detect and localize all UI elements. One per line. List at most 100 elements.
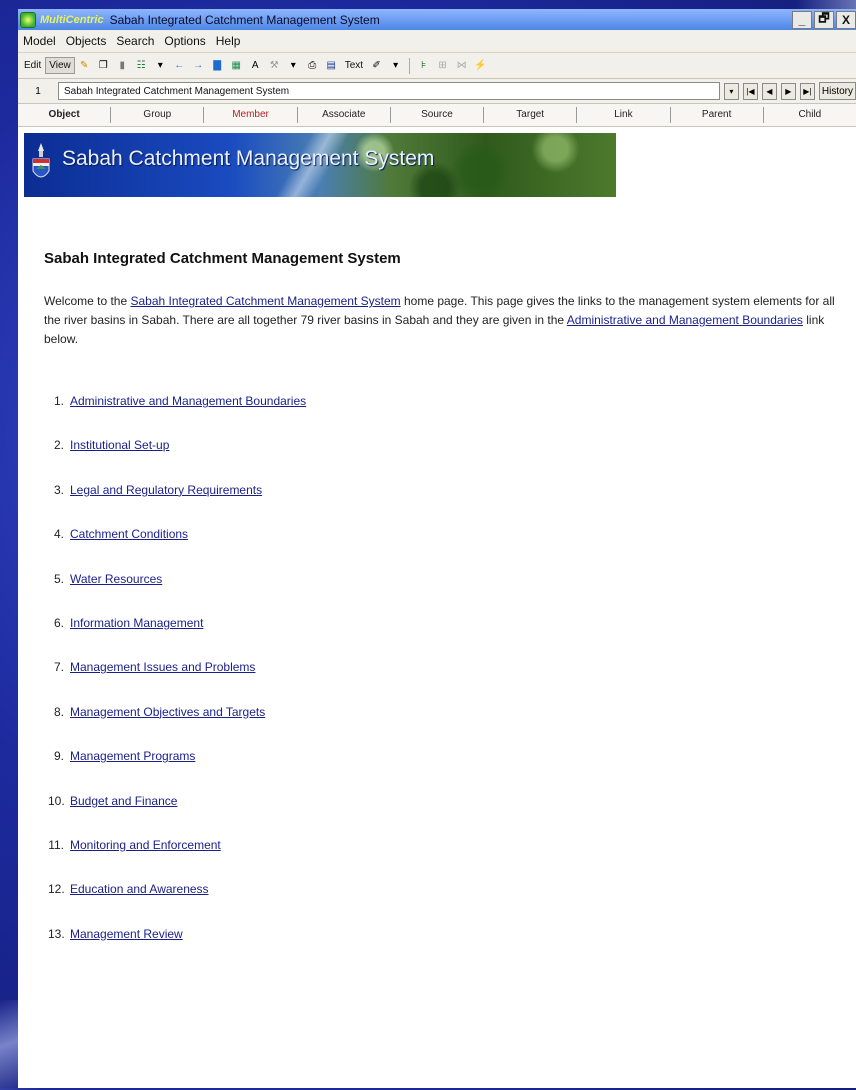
tab-group[interactable]: Group	[111, 107, 205, 123]
boundaries-link[interactable]: Administrative and Management Boundaries	[567, 313, 803, 327]
list-number: 6.	[53, 615, 64, 630]
list-number: 8.	[53, 704, 64, 719]
home-link[interactable]: Sabah Integrated Catchment Management Sy…	[130, 294, 400, 308]
menu-options[interactable]: Options	[159, 34, 210, 48]
record-navigation-bar: 1 Sabah Integrated Catchment Management …	[18, 79, 856, 104]
record-number: 1	[35, 85, 41, 97]
link-administrative-boundaries[interactable]: Administrative and Management Boundaries	[70, 394, 306, 408]
dropdown-button[interactable]: ▾	[723, 82, 739, 100]
list-number: 4.	[53, 527, 64, 542]
chart-icon[interactable]: ▇	[211, 59, 224, 72]
history-button[interactable]: History	[818, 82, 856, 100]
list-item: 1. Administrative and Management Boundari…	[48, 394, 306, 438]
document-icon[interactable]: ▤	[325, 59, 338, 72]
menu-search[interactable]: Search	[111, 34, 159, 48]
pencil-icon[interactable]: ✎	[78, 59, 91, 72]
print-icon[interactable]: ⎙	[306, 59, 319, 72]
app-brand: MultiCentric	[40, 13, 104, 26]
book-icon[interactable]: ▮	[116, 59, 129, 72]
dropdown-arrow-icon[interactable]: ▾	[154, 59, 167, 72]
font-icon[interactable]: A	[249, 59, 262, 72]
text-button[interactable]: Text	[341, 57, 367, 74]
table-icon[interactable]: ▦	[230, 59, 243, 72]
intro-paragraph: Welcome to the Sabah Integrated Catchmen…	[44, 292, 844, 349]
menu-bar: Model Objects Search Options Help	[18, 30, 856, 53]
dropdown-arrow-icon[interactable]: ▾	[287, 59, 300, 72]
minimize-button[interactable]: _	[792, 10, 812, 29]
tab-child[interactable]: Child	[764, 107, 856, 123]
tab-target[interactable]: Target	[484, 107, 578, 123]
banner-title: Sabah Catchment Management System	[62, 147, 435, 170]
link-information-management[interactable]: Information Management	[70, 616, 203, 630]
page-title: Sabah Integrated Catchment Management Sy…	[44, 250, 401, 267]
tab-source[interactable]: Source	[391, 107, 485, 123]
list-item: 5. Water Resources	[48, 572, 306, 616]
sabah-crest-icon	[32, 143, 50, 178]
copy-icon[interactable]: ❐	[97, 59, 110, 72]
link-legal-requirements[interactable]: Legal and Regulatory Requirements	[70, 483, 262, 497]
list-item: 6. Information Management	[48, 616, 306, 660]
link-management-objectives[interactable]: Management Objectives and Targets	[70, 705, 265, 719]
menu-model[interactable]: Model	[18, 34, 61, 48]
link-management-programs[interactable]: Management Programs	[70, 749, 195, 763]
back-arrow-icon[interactable]: ←	[173, 59, 186, 72]
link-water-resources[interactable]: Water Resources	[70, 572, 162, 586]
link-management-review[interactable]: Management Review	[70, 927, 183, 941]
forward-arrow-icon[interactable]: →	[192, 59, 205, 72]
link-management-issues[interactable]: Management Issues and Problems	[70, 660, 255, 674]
link-catchment-conditions[interactable]: Catchment Conditions	[70, 527, 188, 541]
list-number: 7.	[53, 660, 64, 675]
link-education-awareness[interactable]: Education and Awareness	[70, 882, 209, 896]
tab-object[interactable]: Object	[18, 107, 112, 123]
list-number: 10.	[48, 793, 65, 808]
record-name-field[interactable]: Sabah Integrated Catchment Management Sy…	[58, 82, 720, 100]
previous-record-button[interactable]: ◀	[761, 82, 777, 100]
tab-member[interactable]: Member	[204, 107, 298, 123]
close-button[interactable]: X	[836, 10, 856, 29]
menu-objects[interactable]: Objects	[61, 34, 112, 48]
toolbar-separator	[409, 57, 411, 74]
element-list: 1. Administrative and Management Boundari…	[48, 394, 306, 971]
view-mode-button[interactable]: View	[45, 57, 75, 74]
list-item: 13. Management Review	[48, 927, 306, 971]
tab-link[interactable]: Link	[577, 107, 671, 123]
list-item: 2. Institutional Set-up	[48, 438, 306, 482]
header-banner: Sabah Catchment Management System	[24, 133, 616, 197]
list-item: 9. Management Programs	[48, 749, 306, 793]
tab-parent[interactable]: Parent	[671, 107, 764, 123]
list-item: 7. Management Issues and Problems	[48, 660, 306, 704]
link-monitoring-enforcement[interactable]: Monitoring and Enforcement	[70, 838, 221, 852]
title-bar: MultiCentric Sabah Integrated Catchment …	[18, 9, 856, 30]
paint-icon[interactable]: ✐	[370, 59, 383, 72]
list-item: 3. Legal and Regulatory Requirements	[48, 483, 306, 527]
dropdown-arrow-icon[interactable]: ▾	[389, 59, 402, 72]
menu-help[interactable]: Help	[211, 34, 246, 48]
lightning-icon[interactable]: ⚡	[474, 59, 487, 72]
last-record-button[interactable]: ▶|	[799, 82, 815, 100]
list-number: 13.	[48, 926, 65, 941]
intro-text: Welcome to the	[44, 294, 131, 308]
list-number: 9.	[53, 749, 64, 764]
app-window: MultiCentric Sabah Integrated Catchment …	[18, 9, 856, 1088]
list-item: 8. Management Objectives and Targets	[48, 705, 306, 749]
link-institutional-setup[interactable]: Institutional Set-up	[70, 438, 169, 452]
list-item: 4. Catchment Conditions	[48, 527, 306, 571]
restore-button[interactable]: 🗗	[814, 10, 834, 29]
tree-icon[interactable]: ⊧	[417, 59, 430, 72]
hierarchy-icon[interactable]: ☷	[135, 59, 148, 72]
relation-tabs: Object Group Member Associate Source Tar…	[18, 104, 856, 127]
grid-icon[interactable]: ⊞	[436, 59, 449, 72]
edit-mode-button[interactable]: Edit	[20, 57, 45, 74]
record-name: Sabah Integrated Catchment Management Sy…	[64, 85, 290, 97]
network-icon[interactable]: ⋈	[455, 59, 468, 72]
tools-icon[interactable]: ⚒	[268, 59, 281, 72]
list-number: 5.	[53, 571, 64, 586]
first-record-button[interactable]: |◀	[742, 82, 758, 100]
link-budget-finance[interactable]: Budget and Finance	[70, 794, 177, 808]
next-record-button[interactable]: ▶	[780, 82, 796, 100]
list-number: 2.	[53, 438, 64, 453]
list-item: 10. Budget and Finance	[48, 794, 306, 838]
page-content: Sabah Catchment Management System Sabah …	[18, 127, 856, 1077]
list-item: 12. Education and Awareness	[48, 882, 306, 926]
tab-associate[interactable]: Associate	[298, 107, 391, 123]
